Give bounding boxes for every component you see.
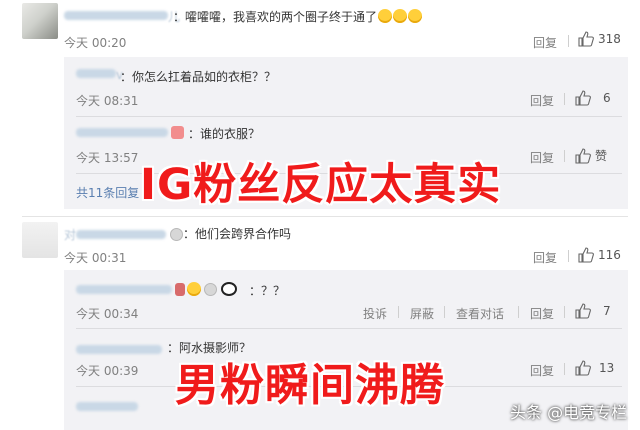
- divider: [76, 328, 622, 329]
- reply-button[interactable]: 回复: [530, 92, 554, 109]
- like-count: 116: [598, 248, 621, 262]
- like-button[interactable]: 赞: [575, 147, 607, 164]
- reply-time: 今天 00:39: [76, 364, 139, 378]
- like-button[interactable]: 13: [575, 360, 614, 376]
- reply-time: 今天 08:31: [76, 94, 139, 108]
- reply-username[interactable]: [76, 400, 138, 414]
- badge-icon: [175, 282, 185, 296]
- divider: [568, 250, 569, 262]
- reply-button[interactable]: 回复: [533, 34, 557, 51]
- medal-icon: [170, 228, 184, 241]
- comment-username[interactable]: 对: [64, 226, 184, 243]
- divider: [22, 216, 628, 217]
- like-button[interactable]: 116: [578, 247, 621, 263]
- medal-icon: [204, 282, 217, 296]
- like-count: 6: [603, 91, 611, 105]
- comment-text: ：他们会跨界合作吗: [183, 227, 292, 241]
- thumbs-up-icon: [575, 360, 591, 376]
- comment-time: 今天 00:20: [64, 36, 127, 50]
- comment-username[interactable]: 儿: [64, 8, 180, 25]
- block-button[interactable]: 屏蔽: [410, 305, 434, 322]
- reply-button[interactable]: 回复: [530, 149, 554, 166]
- view-conversation-button[interactable]: 查看对话: [456, 305, 504, 322]
- reply-text: ：？？: [249, 284, 286, 298]
- comment-time: 今天 00:31: [64, 251, 127, 265]
- more-replies-link[interactable]: 共11条回复: [76, 184, 139, 201]
- badge-icon: [171, 126, 184, 139]
- divider: [568, 35, 569, 47]
- divider: [76, 116, 622, 117]
- overlay-caption-top: IG粉丝反应太真实: [140, 160, 502, 210]
- thumbs-up-icon: [575, 147, 591, 164]
- divider: [564, 93, 565, 105]
- reply-button[interactable]: 回复: [530, 362, 554, 379]
- scream-emoji-icon: [408, 9, 423, 23]
- divider: [564, 150, 565, 162]
- avatar[interactable]: [22, 222, 58, 258]
- reply-time: 今天 00:34: [76, 307, 139, 321]
- watermark: 头条 @电竞专栏: [510, 403, 628, 422]
- like-button[interactable]: 6: [575, 90, 611, 106]
- scream-emoji-icon: [378, 9, 393, 23]
- like-button[interactable]: 7: [575, 303, 611, 319]
- reply-time: 今天 13:57: [76, 151, 139, 165]
- thumbs-up-icon: [575, 90, 591, 106]
- reply-text: ：阿水摄影师？: [167, 341, 252, 355]
- like-count: 13: [599, 361, 615, 375]
- like-count: 7: [603, 304, 611, 318]
- comment-text: ：嚯嚯嚯，我喜欢的两个圈子终于通了: [173, 8, 423, 25]
- report-button[interactable]: 投诉: [363, 305, 387, 322]
- thumbs-up-icon: [575, 303, 591, 319]
- panda-icon: [221, 282, 237, 296]
- reply-text: ：你怎么扛着品如的衣柜？？: [120, 70, 277, 84]
- divider: [518, 306, 519, 318]
- divider: [564, 306, 565, 318]
- reply-username[interactable]: [76, 343, 162, 357]
- like-count: 318: [598, 32, 621, 46]
- divider: [398, 306, 399, 318]
- love-emoji-icon: [187, 282, 201, 296]
- thumbs-up-icon: [578, 247, 594, 263]
- reply-username[interactable]: [76, 126, 184, 139]
- like-label: 赞: [595, 149, 608, 163]
- reply-username[interactable]: v: [76, 68, 123, 82]
- divider: [444, 306, 445, 318]
- scream-emoji-icon: [393, 9, 408, 23]
- avatar[interactable]: [22, 3, 58, 39]
- reply-button[interactable]: 回复: [530, 305, 554, 322]
- reply-button[interactable]: 回复: [533, 249, 557, 266]
- reply-username[interactable]: [76, 282, 237, 296]
- like-button[interactable]: 318: [578, 31, 621, 47]
- divider: [564, 363, 565, 375]
- reply-text: ：谁的衣服？: [188, 127, 261, 141]
- thumbs-up-icon: [578, 31, 594, 47]
- overlay-caption-bottom: 男粉瞬间沸腾: [175, 360, 445, 411]
